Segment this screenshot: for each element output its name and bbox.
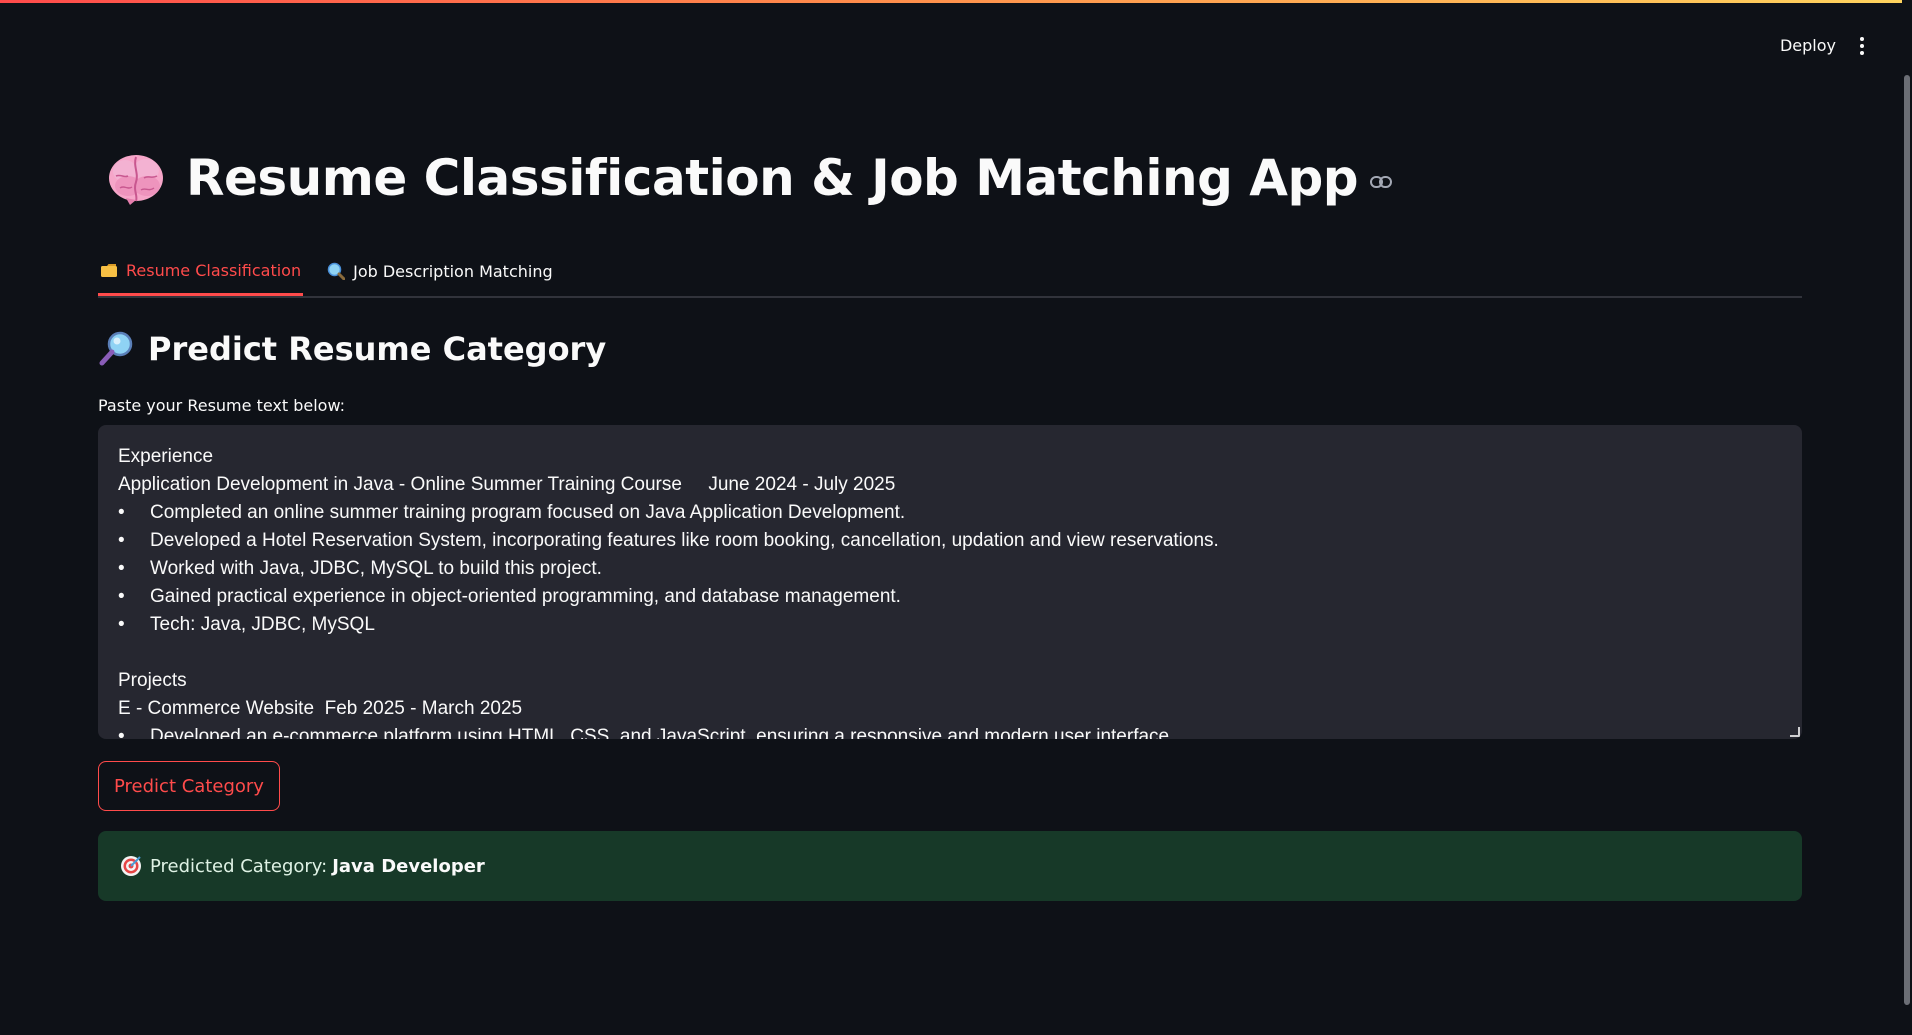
bullet-marker: •: [118, 558, 125, 579]
bullet-text: Developed an e-commerce platform using H…: [150, 726, 1175, 739]
resume-text-line: Application Development in Java - Online…: [118, 474, 896, 495]
resume-text-bullet-line: • Developed a Hotel Reservation System, i…: [118, 527, 1782, 555]
tab-label: Resume Classification: [126, 261, 302, 280]
resume-text-bullet-line: • Developed an e-commerce platform using …: [118, 723, 1782, 739]
bullet-marker: •: [118, 586, 125, 607]
scrollbar-thumb[interactable]: [1904, 75, 1910, 1005]
magnifier-icon: [327, 262, 346, 280]
magnifier-icon: [99, 331, 133, 366]
tab-job-description-matching[interactable]: Job Description Matching: [325, 248, 555, 294]
section-header: Predict Resume Category: [98, 326, 1802, 372]
resume-text-line: E - Commerce Website Feb 2025 - March 20…: [118, 698, 523, 719]
dart-target-icon: [121, 856, 141, 876]
resume-text-line: Projects: [118, 670, 187, 691]
page-title: Resume Classification & Job Matching App: [186, 149, 1359, 207]
bullet-text: Worked with Java, JDBC, MySQL to build t…: [150, 558, 602, 579]
vertical-ellipsis-icon[interactable]: [1848, 30, 1876, 62]
resume-text-bullet-line: • Worked with Java, JDBC, MySQL to build …: [118, 555, 1782, 583]
tab-label: Job Description Matching: [353, 261, 553, 281]
bullet-text: Tech: Java, JDBC, MySQL: [150, 614, 375, 635]
bullet-marker: •: [118, 502, 125, 523]
app-header: Deploy: [1612, 0, 1912, 90]
predict-category-button[interactable]: Predict Category: [98, 761, 280, 811]
resize-handle[interactable]: [1790, 727, 1800, 737]
resume-input-label: Paste your Resume text below:: [98, 396, 346, 415]
bullet-marker: •: [118, 530, 125, 551]
resume-text-bullet-line: • Tech: Java, JDBC, MySQL: [118, 611, 1782, 639]
deploy-button[interactable]: Deploy: [1768, 30, 1848, 61]
tab-bar: Resume Classification Job Description Ma…: [98, 248, 1802, 298]
predicted-category-value: Java Developer: [332, 855, 485, 877]
resume-text-bullet-line: • Gained practical experience in object-o…: [118, 583, 1782, 611]
section-title: Predict Resume Category: [148, 330, 607, 368]
folder-icon: [101, 264, 117, 277]
resume-text-area[interactable]: Experience Application Development in Jav…: [98, 425, 1802, 739]
bullet-text: Completed an online summer training prog…: [150, 502, 906, 523]
resume-text-bullet-line: • Completed an online summer training pro…: [118, 499, 1782, 527]
title-row: Resume Classification & Job Matching App: [98, 130, 1802, 226]
prediction-result-alert: Predicted Category: Java Developer: [98, 831, 1802, 901]
bullet-text: Gained practical experience in object-or…: [150, 586, 901, 607]
bullet-marker: •: [118, 614, 125, 635]
resume-text-line: Experience: [118, 446, 214, 467]
link-icon[interactable]: [1370, 175, 1393, 189]
bullet-text: Developed a Hotel Reservation System, in…: [150, 530, 1219, 551]
resume-text-line: [118, 639, 1782, 667]
tab-resume-classification[interactable]: Resume Classification: [98, 248, 304, 296]
main-content: Resume Classification & Job Matching App…: [98, 130, 1802, 901]
bullet-marker: •: [118, 726, 125, 739]
brain-icon: [109, 155, 163, 205]
scrollbar[interactable]: [1902, 0, 1912, 1035]
result-prefix: Predicted Category:: [150, 855, 328, 877]
